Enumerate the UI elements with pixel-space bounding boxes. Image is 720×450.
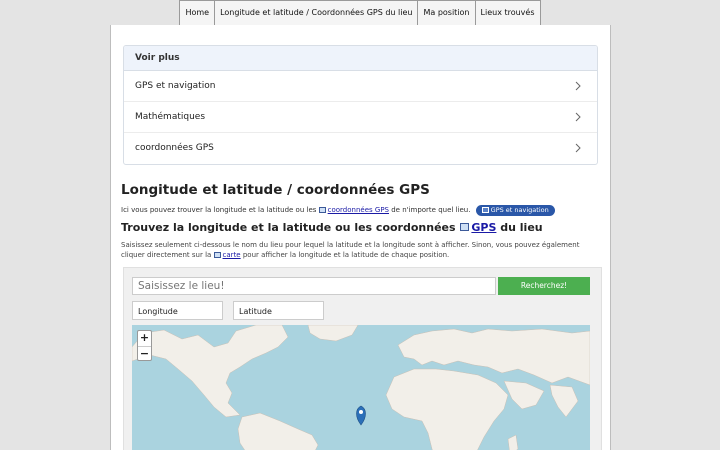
top-navigation: Home Longitude et latitude / Coordonnées… (0, 0, 720, 26)
intro-text: Ici vous pouvez trouver la longitude et … (121, 205, 555, 216)
gps-link[interactable]: GPS (471, 221, 496, 234)
nav-lieux-trouves[interactable]: Lieux trouvés (474, 0, 541, 26)
section-heading-after: du lieu (500, 221, 543, 234)
voir-plus-item-mathematiques[interactable]: Mathématiques (124, 102, 597, 133)
zoom-control: + − (137, 330, 152, 361)
carte-link[interactable]: carte (223, 251, 241, 259)
voir-plus-title: Voir plus (124, 46, 597, 71)
voir-plus-item-label: Mathématiques (135, 112, 206, 122)
badge-label: GPS et navigation (490, 206, 549, 214)
voir-plus-item-label: coordonnées GPS (135, 143, 214, 153)
main-content: Voir plus GPS et navigation Mathématique… (110, 25, 611, 450)
longitude-field[interactable]: Longitude (132, 301, 223, 320)
section-heading-before: Trouvez la longitude et la latitude ou l… (121, 221, 456, 234)
location-search-input[interactable] (132, 277, 496, 295)
intro-text-after: de n'importe quel lieu. (391, 206, 471, 214)
instructions-text: Saisissez seulement ci-dessous le nom du… (121, 241, 599, 260)
search-panel: Recherchez! Longitude Latitude + − (123, 267, 602, 450)
coordonnees-gps-link[interactable]: coordonnées GPS (328, 206, 389, 214)
page-title: Longitude et latitude / coordonnées GPS (121, 182, 430, 198)
book-icon (460, 223, 470, 231)
world-map[interactable]: + − (132, 325, 590, 450)
zoom-in-button[interactable]: + (138, 331, 151, 347)
instructions-after: pour afficher la longitude et la latitud… (242, 250, 450, 259)
chevron-right-icon (575, 143, 581, 153)
section-heading: Trouvez la longitude et la latitude ou l… (121, 221, 543, 234)
nav-bar: Home Longitude et latitude / Coordonnées… (179, 0, 541, 26)
chevron-right-icon (575, 81, 581, 91)
book-icon (318, 207, 326, 213)
map-tiles (132, 325, 590, 450)
nav-longitude-latitude[interactable]: Longitude et latitude / Coordonnées GPS … (214, 0, 418, 26)
voir-plus-item-label: GPS et navigation (135, 81, 216, 91)
zoom-out-button[interactable]: − (138, 347, 151, 362)
gps-navigation-badge[interactable]: GPS et navigation (475, 205, 555, 216)
voir-plus-panel: Voir plus GPS et navigation Mathématique… (123, 45, 598, 165)
nav-ma-position[interactable]: Ma position (417, 0, 475, 26)
book-icon (481, 207, 489, 213)
latitude-field[interactable]: Latitude (233, 301, 324, 320)
book-icon (213, 251, 221, 258)
search-button[interactable]: Recherchez! (498, 277, 590, 295)
nav-home[interactable]: Home (179, 0, 215, 26)
map-marker-dot (359, 410, 363, 414)
voir-plus-item-gps-navigation[interactable]: GPS et navigation (124, 71, 597, 102)
chevron-right-icon (575, 112, 581, 122)
voir-plus-item-coordonnees-gps[interactable]: coordonnées GPS (124, 133, 597, 163)
intro-text-before: Ici vous pouvez trouver la longitude et … (121, 206, 317, 214)
